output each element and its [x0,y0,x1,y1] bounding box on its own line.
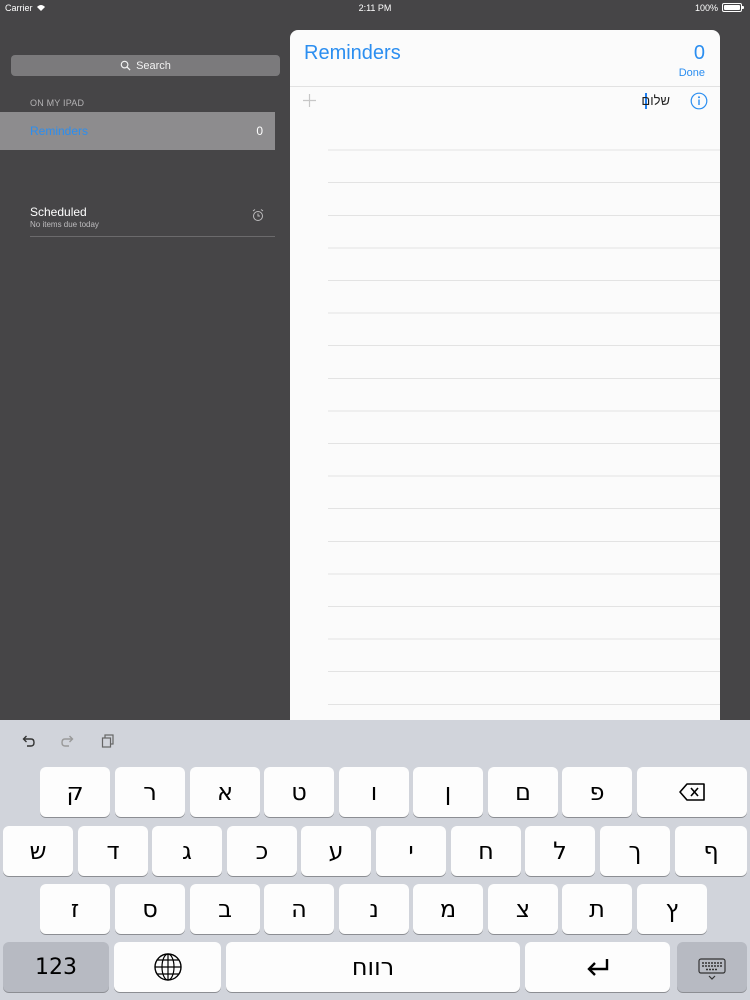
globe-icon [153,953,182,981]
backspace-icon [679,783,705,801]
key-final-mem[interactable]: ם [488,767,558,817]
reminder-entry-field[interactable]: שלום [641,93,670,108]
key-samekh[interactable]: ס [115,884,185,934]
keyboard-dismiss-icon [698,958,726,980]
key-tav[interactable]: ת [562,884,632,934]
key-bet[interactable]: ב [190,884,260,934]
key-kaf[interactable]: כ [227,826,297,876]
numbers-key[interactable]: 123 [3,942,109,992]
redo-icon[interactable] [60,733,76,749]
status-time: 2:11 PM [358,3,392,13]
key-nun[interactable]: נ [339,884,409,934]
search-input[interactable]: Search [11,55,280,76]
dismiss-keyboard-key[interactable] [677,942,747,992]
done-button[interactable]: Done [679,67,705,79]
key-yod[interactable]: י [376,826,446,876]
key-shin[interactable]: ש [3,826,73,876]
key-mem[interactable]: מ [413,884,483,934]
key-tet[interactable]: ט [264,767,334,817]
key-zayin[interactable]: ז [40,884,110,934]
reminders-count: 0 [693,42,705,64]
key-ayin[interactable]: ע [301,826,371,876]
list-name: Reminders [30,124,89,138]
backspace-key[interactable] [637,767,747,817]
undo-icon[interactable] [20,733,36,749]
battery-icon [722,3,744,12]
key-final-kaf[interactable]: ך [600,826,670,876]
paste-icon[interactable] [100,733,116,749]
key-pe[interactable]: פ [562,767,632,817]
key-tsadi[interactable]: צ [488,884,558,934]
key-dalet[interactable]: ד [78,826,148,876]
key-het[interactable]: ח [451,826,521,876]
space-key[interactable]: רווח [226,942,520,992]
return-key[interactable] [525,942,670,992]
list-count: 0 [256,124,263,138]
scheduled-subtitle: No items due today [30,220,99,229]
page-title: Reminders [304,42,401,64]
key-he[interactable]: ה [264,884,334,934]
status-bar: Carrier 2:11 PM 100% [0,0,750,16]
alarm-clock-icon [252,209,264,221]
section-header-on-my-ipad: ON MY IPAD [30,98,85,108]
header-divider [290,86,720,87]
key-alef[interactable]: א [190,767,260,817]
key-final-tsadi[interactable]: ץ [637,884,707,934]
key-gimel[interactable]: ג [152,826,222,876]
reminder-list-lines [328,118,720,730]
globe-key[interactable] [114,942,221,992]
search-icon [120,60,131,71]
return-icon [586,959,608,976]
key-final-pe[interactable]: ף [675,826,747,876]
key-final-nun[interactable]: ן [413,767,483,817]
key-resh[interactable]: ר [115,767,185,817]
search-placeholder: Search [136,59,171,72]
key-lamed[interactable]: ל [525,826,595,876]
scheduled-title: Scheduled [30,205,87,219]
key-qof[interactable]: ק [40,767,110,817]
battery-percent: 100% [694,3,718,13]
key-vav[interactable]: ו [339,767,409,817]
sidebar-item-scheduled[interactable]: Scheduled No items due today [30,198,275,237]
reminders-panel: Reminders 0 Done שלום [290,30,720,730]
info-icon[interactable] [690,92,708,110]
sidebar-item-reminders[interactable]: Reminders 0 [0,112,275,150]
add-icon[interactable] [302,93,317,108]
